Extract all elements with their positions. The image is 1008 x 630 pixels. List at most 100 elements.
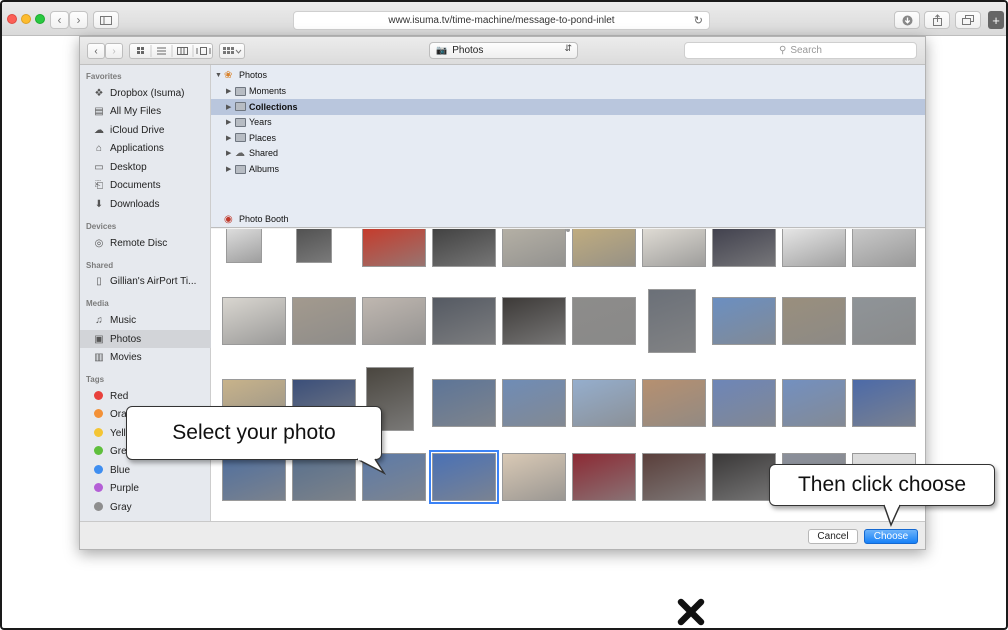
back-button[interactable]: ‹: [50, 11, 69, 29]
photo-thumbnail[interactable]: [572, 379, 636, 427]
cancel-button[interactable]: Cancel: [808, 529, 858, 544]
sidebar-item-applications[interactable]: ⌂ Applications: [80, 139, 211, 157]
callout-choose-pointer: [883, 503, 901, 528]
dialog-back-button[interactable]: ‹: [87, 43, 105, 59]
photo-thumbnail[interactable]: [782, 379, 846, 427]
photo-thumbnail[interactable]: [782, 297, 846, 345]
tabs-overview-button[interactable]: [955, 11, 981, 29]
photo-thumbnail[interactable]: [642, 453, 706, 501]
camera-icon: ▣: [94, 333, 104, 345]
tree-item-photo-booth[interactable]: ◉ Photo Booth: [211, 211, 925, 227]
photo-thumbnail[interactable]: [362, 297, 426, 345]
address-bar[interactable]: www.isuma.tv/time-machine/message-to-pon…: [293, 11, 710, 30]
sidebar-item-gillian-s-airport-ti[interactable]: ▯ Gillian's AirPort Ti...: [80, 272, 211, 290]
column-view-icon[interactable]: [177, 47, 188, 55]
tree-item-collections[interactable]: ▶ Collections: [211, 98, 925, 115]
sidebar-item-music[interactable]: ♫ Music: [80, 311, 211, 329]
sidebar-item-icloud-drive[interactable]: ☁ iCloud Drive: [80, 121, 211, 139]
search-field[interactable]: ⚲ Search: [684, 42, 917, 59]
photos-browser-tree: ▼ ❀ Photos ▶ Moments ▶ Collections ▶ Years ▶ Place…: [211, 65, 925, 228]
photo-booth-icon: ◉: [224, 213, 233, 225]
photo-thumbnail[interactable]: [572, 453, 636, 501]
documents-icon: ⎗: [95, 179, 103, 191]
sidebar-icon: [100, 15, 112, 25]
photo-thumbnail[interactable]: [712, 229, 776, 267]
sidebar-item-purple[interactable]: Purple: [80, 479, 211, 497]
sidebar-item-downloads[interactable]: ⬇ Downloads: [80, 195, 211, 213]
tree-item-label: Albums: [249, 164, 280, 174]
photo-thumbnail[interactable]: [642, 379, 706, 427]
photo-thumbnail[interactable]: [502, 297, 566, 345]
tree-item-photos[interactable]: ▼ ❀ Photos: [211, 67, 925, 83]
close-window-button[interactable]: [7, 14, 17, 24]
sidebar-item-remote-disc[interactable]: ◎ Remote Disc: [80, 234, 211, 252]
photo-thumbnail[interactable]: [852, 297, 916, 345]
sidebar-item-gray[interactable]: Gray: [80, 498, 211, 516]
location-label: Photos: [452, 45, 484, 56]
tree-item-shared[interactable]: ▶ ☁ Shared: [211, 145, 925, 161]
dialog-forward-button[interactable]: ›: [105, 43, 123, 59]
share-button[interactable]: [924, 11, 950, 29]
minimize-window-button[interactable]: [21, 14, 31, 24]
icon-view-icon[interactable]: [137, 47, 144, 54]
sidebar-item-photos[interactable]: ▣ Photos: [80, 330, 211, 348]
photo-thumbnail[interactable]: [502, 229, 566, 267]
photo-thumbnail[interactable]: [432, 297, 496, 345]
sidebar-item-dropbox-isuma[interactable]: ❖ Dropbox (Isuma): [80, 84, 211, 102]
photo-thumbnail[interactable]: [852, 229, 916, 267]
tree-item-places[interactable]: ▶ Places: [211, 130, 925, 146]
photo-thumbnail[interactable]: [222, 453, 286, 501]
list-view-icon[interactable]: [157, 47, 166, 55]
photo-thumbnail[interactable]: [296, 229, 332, 263]
plus-icon: +: [992, 12, 1000, 28]
photo-thumbnail[interactable]: [648, 289, 696, 353]
photo-thumbnail[interactable]: [712, 297, 776, 345]
sidebar-item-label: Movies: [110, 351, 142, 363]
zoom-window-button[interactable]: [35, 14, 45, 24]
disc-icon: ◎: [94, 237, 104, 249]
sidebar-item-all-my-files[interactable]: ▤ All My Files: [80, 102, 211, 120]
photo-thumbnail[interactable]: [429, 450, 499, 504]
close-x-icon[interactable]: [676, 597, 706, 627]
photo-thumbnail[interactable]: [226, 229, 262, 263]
photo-thumbnail[interactable]: [712, 453, 776, 501]
photo-thumbnail[interactable]: [292, 297, 356, 345]
sidebar-item-movies[interactable]: ▥ Movies: [80, 348, 211, 366]
photo-thumbnail[interactable]: [642, 229, 706, 267]
sidebar-item-label: Music: [110, 314, 137, 326]
new-tab-button[interactable]: +: [988, 11, 1004, 29]
sidebar-item-label: Purple: [110, 482, 139, 494]
photo-thumbnail[interactable]: [432, 379, 496, 427]
photo-thumbnail[interactable]: [502, 379, 566, 427]
photo-thumbnail[interactable]: [572, 297, 636, 345]
photo-thumbnail[interactable]: [502, 453, 566, 501]
disclosure-open-icon: ▼: [215, 71, 222, 79]
splitter-handle[interactable]: [566, 229, 570, 232]
downloads-button[interactable]: [894, 11, 920, 29]
location-popup[interactable]: 📷 Photos ⇵: [429, 42, 578, 59]
photo-thumbnail[interactable]: [432, 229, 496, 267]
tree-item-albums[interactable]: ▶ Albums: [211, 161, 925, 177]
sidebar-toggle-button[interactable]: [93, 11, 119, 29]
sidebar-item-blue[interactable]: Blue: [80, 461, 211, 479]
sidebar-item-red[interactable]: Red: [80, 387, 211, 405]
dialog-footer: Cancel Choose: [80, 521, 925, 549]
tree-item-moments[interactable]: ▶ Moments: [211, 83, 925, 99]
sidebar-item-desktop[interactable]: ▭ Desktop: [80, 158, 211, 176]
photo-thumbnail[interactable]: [362, 229, 426, 267]
photo-thumbnail[interactable]: [852, 379, 916, 427]
coverflow-view-icon[interactable]: [196, 47, 211, 55]
reload-icon[interactable]: ↻: [694, 14, 703, 27]
forward-button[interactable]: ›: [69, 11, 88, 29]
sidebar-item-documents[interactable]: ⎗ Documents: [80, 176, 211, 194]
photo-thumbnail[interactable]: [222, 297, 286, 345]
photo-thumbnail[interactable]: [292, 453, 356, 501]
sidebar-section-media: Media: [86, 299, 109, 308]
photo-thumbnail[interactable]: [712, 379, 776, 427]
photo-thumbnail[interactable]: [572, 229, 636, 267]
tag-dot-icon: [94, 502, 103, 511]
tree-item-years[interactable]: ▶ Years: [211, 114, 925, 130]
photo-thumbnail[interactable]: [782, 229, 846, 267]
arrange-button[interactable]: [219, 43, 245, 59]
choose-button[interactable]: Choose: [864, 529, 918, 544]
